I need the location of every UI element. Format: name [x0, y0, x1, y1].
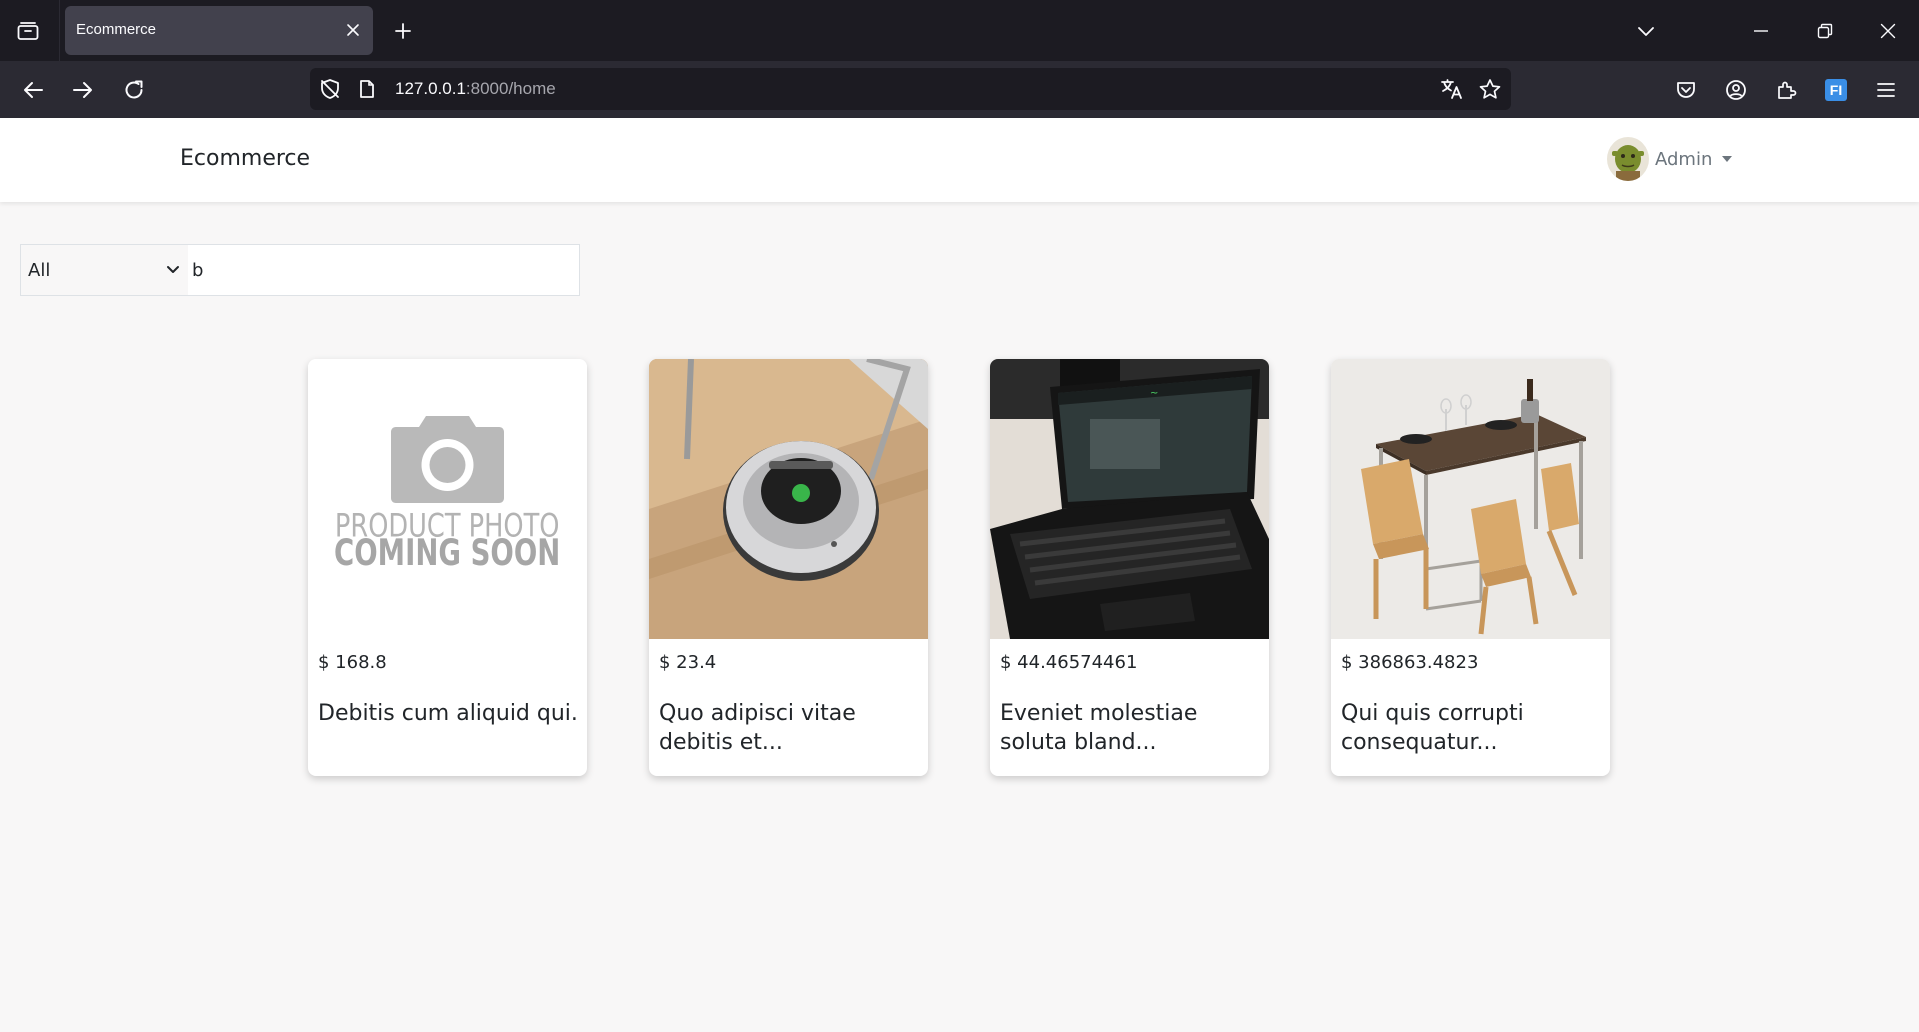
tab-title: Ecommerce	[76, 21, 157, 38]
browser-tab-ecommerce[interactable]: Ecommerce	[65, 6, 373, 55]
product-name[interactable]: Eveniet molestiae soluta bland...	[1000, 699, 1262, 757]
category-selected-value: All	[28, 259, 51, 281]
product-card[interactable]: $ 386863.4823 Qui quis corrupti consequa…	[1331, 359, 1610, 776]
product-image[interactable]	[1331, 359, 1610, 639]
translate-icon[interactable]	[1439, 77, 1465, 101]
product-name[interactable]: Quo adipisci vitae debitis et...	[659, 699, 921, 757]
forward-arrow-icon[interactable]	[67, 74, 99, 106]
product-price: $ 44.46574461	[1000, 652, 1138, 673]
product-card[interactable]: ~ $ 44.46574461 Eveniet molestiae soluta…	[990, 359, 1269, 776]
new-tab-icon[interactable]	[390, 18, 416, 44]
svg-text:FI: FI	[1830, 82, 1842, 98]
product-image[interactable]: PRODUCT PHOTO COMING SOON	[308, 359, 587, 639]
placeholder-line2: COMING SOON	[334, 531, 560, 574]
site-header: Ecommerce Admin	[0, 118, 1919, 202]
search-input[interactable]	[188, 245, 579, 295]
extension-fi-icon[interactable]: FI	[1821, 75, 1851, 105]
tab-separator	[59, 0, 60, 61]
product-image[interactable]: ~	[990, 359, 1269, 639]
close-tab-icon[interactable]	[343, 20, 363, 40]
svg-text:~: ~	[1150, 388, 1158, 399]
url-host: 127.0.0.1	[395, 79, 466, 98]
extensions-puzzle-icon[interactable]	[1771, 75, 1801, 105]
url-path: :8000/home	[465, 79, 556, 98]
minimize-window-icon[interactable]	[1746, 16, 1776, 46]
chevron-down-icon[interactable]	[1633, 18, 1659, 44]
product-image[interactable]	[649, 359, 928, 639]
restore-window-icon[interactable]	[1810, 16, 1840, 46]
caret-down-icon	[1722, 156, 1733, 162]
product-card[interactable]: PRODUCT PHOTO COMING SOON $ 168.8 Debiti…	[308, 359, 587, 776]
reload-icon[interactable]	[118, 74, 150, 106]
product-name[interactable]: Qui quis corrupti consequatur...	[1341, 699, 1603, 757]
tracking-protection-shield-icon[interactable]	[318, 78, 342, 100]
chevron-down-icon	[167, 266, 179, 273]
user-menu-dropdown[interactable]: Admin	[1607, 137, 1733, 181]
back-arrow-icon[interactable]	[17, 74, 49, 106]
search-group: All	[20, 244, 580, 296]
bookmark-star-icon[interactable]	[1477, 77, 1503, 101]
pocket-icon[interactable]	[1671, 75, 1701, 105]
page-info-icon[interactable]	[358, 78, 376, 100]
account-icon[interactable]	[1721, 75, 1751, 105]
category-select[interactable]: All	[21, 245, 188, 295]
url-text[interactable]: 127.0.0.1:8000/home	[395, 79, 556, 99]
tab-list-icon[interactable]	[12, 18, 44, 44]
browser-toolbar: 127.0.0.1:8000/home FI	[0, 61, 1919, 118]
close-window-icon[interactable]	[1873, 16, 1903, 46]
user-name: Admin	[1655, 148, 1713, 170]
product-price: $ 168.8	[318, 652, 387, 673]
product-price: $ 23.4	[659, 652, 717, 673]
product-grid: PRODUCT PHOTO COMING SOON $ 168.8 Debiti…	[308, 359, 1610, 776]
browser-tab-bar: Ecommerce	[0, 0, 1919, 61]
hamburger-menu-icon[interactable]	[1871, 75, 1901, 105]
brand-link[interactable]: Ecommerce	[180, 146, 310, 171]
product-card[interactable]: $ 23.4 Quo adipisci vitae debitis et...	[649, 359, 928, 776]
product-name[interactable]: Debitis cum aliquid qui.	[318, 699, 580, 728]
address-bar[interactable]: 127.0.0.1:8000/home	[310, 68, 1511, 110]
avatar	[1607, 137, 1649, 181]
product-price: $ 386863.4823	[1341, 652, 1479, 673]
